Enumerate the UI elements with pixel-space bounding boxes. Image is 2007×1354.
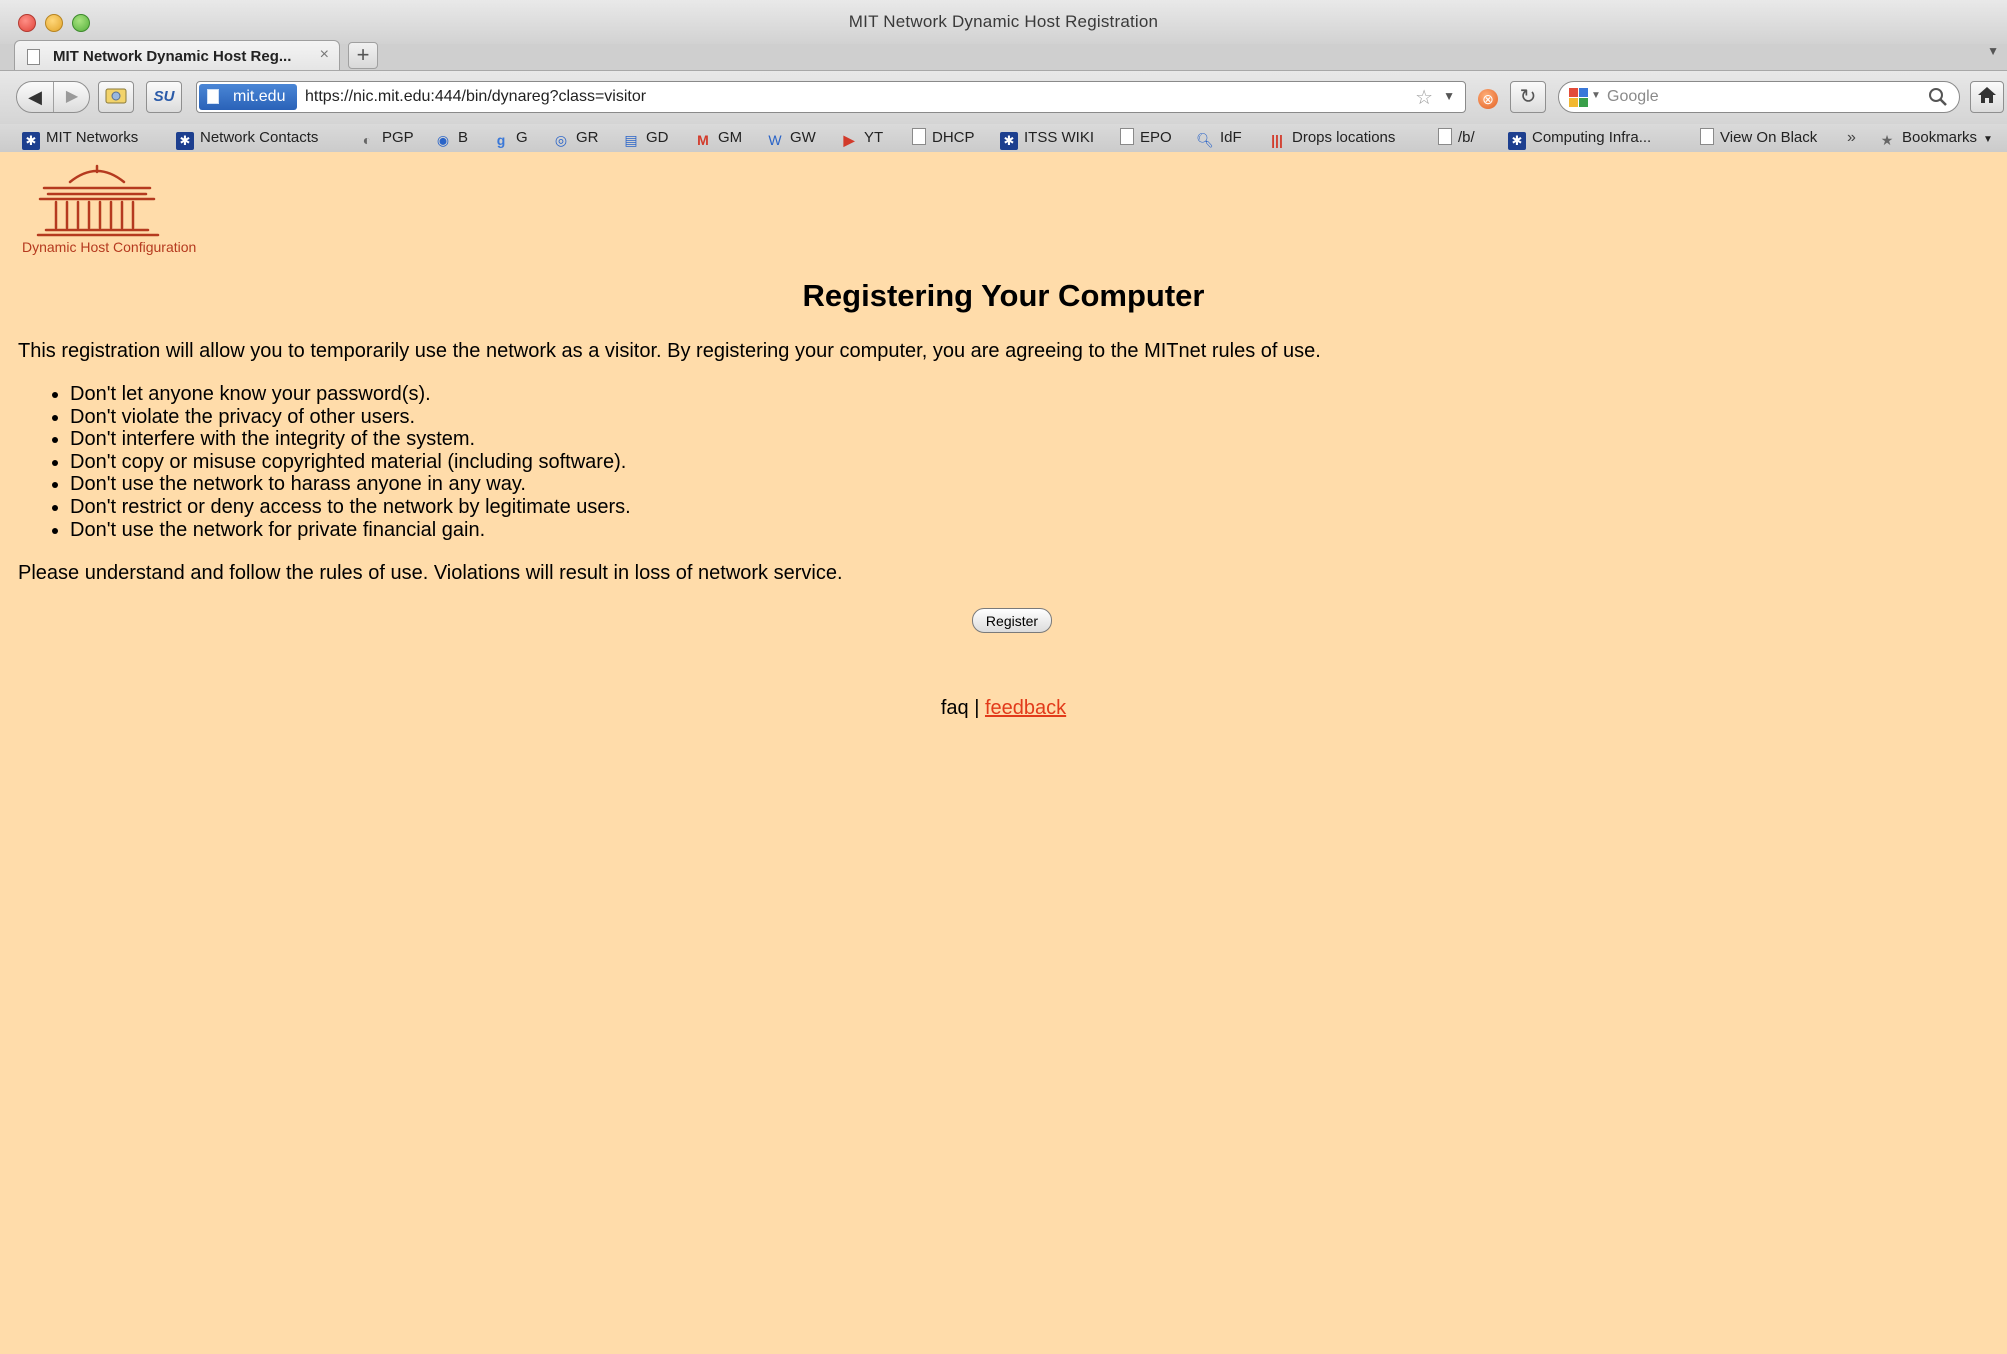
bookmark-pgp[interactable]: ◐ PGP <box>358 127 414 149</box>
stumbleupon-button[interactable]: SU <box>146 81 182 113</box>
list-item: Don't let anyone know your password(s). <box>70 383 631 406</box>
google-icon[interactable] <box>1567 86 1591 108</box>
google-icon: g <box>496 132 506 148</box>
intro-paragraph: This registration will allow you to temp… <box>18 340 1321 362</box>
wave-icon: W <box>768 132 782 148</box>
tab-list-chevron-icon[interactable]: ▼ <box>1987 44 1999 58</box>
mit-icon: ✱ <box>176 132 194 150</box>
site-identity-label: mit.edu <box>233 88 286 105</box>
new-tab-button[interactable]: + <box>348 42 378 69</box>
browser-chrome: MIT Network Dynamic Host Registration MI… <box>0 0 2007 153</box>
youtube-icon: ▶ <box>843 132 855 148</box>
bookmarks-overflow-chevron-icon[interactable]: » <box>1847 127 1856 149</box>
url-input[interactable]: https://nic.mit.edu:444/bin/dynareg?clas… <box>305 88 646 106</box>
home-icon[interactable] <box>1970 81 2004 113</box>
bookmark-itss-wiki[interactable]: ✱ ITSS WIKI <box>1000 127 1094 150</box>
chevron-down-icon[interactable]: ▼ <box>1591 90 1601 101</box>
list-item: Don't use the network for private financ… <box>70 519 631 542</box>
mit-icon: ✱ <box>22 132 40 150</box>
tab-close-icon[interactable]: × <box>320 46 329 64</box>
back-forward-group: ◀ ▶ <box>16 81 90 113</box>
bookmark-b-slash[interactable]: /b/ <box>1438 127 1475 149</box>
bookmark-computing-infra[interactable]: ✱ Computing Infra... <box>1508 127 1651 150</box>
bookmarks-toolbar: ✱ MIT Networks ✱ Network Contacts ◐ PGP ◉ B … <box>0 124 2007 153</box>
tab-strip: MIT Network Dynamic Host Reg... × + ▼ <box>0 38 2007 72</box>
list-item: Don't interfere with the integrity of th… <box>70 428 631 451</box>
bookmarks-menu-button[interactable]: ★ Bookmarks ▼ <box>1878 127 1993 149</box>
bookmark-gm[interactable]: M GM <box>694 127 742 149</box>
mit-icon: ✱ <box>1000 132 1018 150</box>
footer-links: faq | feedback <box>0 697 2007 720</box>
page-icon <box>1700 128 1714 145</box>
bookmark-drops-locations[interactable]: ||| Drops locations <box>1268 127 1395 149</box>
tab-active[interactable]: MIT Network Dynamic Host Reg... × <box>14 40 340 72</box>
url-bar[interactable]: mit.edu https://nic.mit.edu:444/bin/dyna… <box>196 81 1466 113</box>
page-icon <box>27 49 40 65</box>
list-item: Don't violate the privacy of other users… <box>70 406 631 429</box>
register-button[interactable]: Register <box>972 608 1052 633</box>
logo-caption: Dynamic Host Configuration <box>22 239 197 255</box>
bookmark-idf[interactable]: 🔍︎ IdF <box>1196 127 1242 149</box>
search-bar: ▼ <box>1558 81 1960 113</box>
stop-icon[interactable]: ⊗ <box>1478 89 1498 109</box>
docs-icon: ▤ <box>624 132 638 148</box>
search-icon[interactable] <box>1927 86 1949 108</box>
bookmark-b[interactable]: ◉ B <box>434 127 468 149</box>
forward-button[interactable]: ▶ <box>54 82 90 112</box>
warning-paragraph: Please understand and follow the rules o… <box>18 562 843 584</box>
bookmark-view-on-black[interactable]: View On Black <box>1700 127 1817 149</box>
bookmark-epo[interactable]: EPO <box>1120 127 1172 149</box>
chevron-down-icon: ▼ <box>1983 134 1993 145</box>
bookmark-yt[interactable]: ▶ YT <box>840 127 884 149</box>
bookmark-dhcp[interactable]: DHCP <box>912 127 975 149</box>
bars-icon: ||| <box>1271 132 1283 148</box>
footer-separator: | <box>974 697 980 719</box>
list-item: Don't restrict or deny access to the net… <box>70 496 631 519</box>
bookmark-gd[interactable]: ▤ GD <box>622 127 668 149</box>
mit-logo: Dynamic Host Configuration <box>22 162 197 262</box>
bookmark-gw[interactable]: W GW <box>766 127 815 149</box>
reader-icon: ◎ <box>554 132 568 148</box>
tab-title: MIT Network Dynamic Host Reg... <box>53 48 292 65</box>
bookmark-g[interactable]: gG <box>492 127 528 149</box>
dome-icon <box>36 164 160 237</box>
bookmarks-icon: ★ <box>1880 132 1894 148</box>
camera-icon[interactable] <box>98 81 134 113</box>
page-title: Registering Your Computer <box>802 278 1205 313</box>
list-item: Don't copy or misuse copyrighted materia… <box>70 451 631 474</box>
navigation-toolbar: ◀ ▶ SU mit.edu https://nic.mit.edu:444/b… <box>0 70 2007 125</box>
back-button[interactable]: ◀ <box>17 82 54 112</box>
chevron-down-icon[interactable]: ▼ <box>1443 89 1455 103</box>
bookmark-mit-networks[interactable]: ✱ MIT Networks <box>22 127 138 150</box>
search-doc-icon: 🔍︎ <box>1196 132 1214 148</box>
bookmark-gr[interactable]: ◎ GR <box>552 127 599 149</box>
feedback-link[interactable]: feedback <box>985 697 1066 719</box>
pgp-icon: ◐ <box>362 132 372 148</box>
eye-icon: ◉ <box>436 132 450 148</box>
reload-button[interactable]: ↻ <box>1510 81 1546 113</box>
window-title: MIT Network Dynamic Host Registration <box>848 12 1159 31</box>
page-icon <box>1120 128 1134 145</box>
bookmark-network-contacts[interactable]: ✱ Network Contacts <box>176 127 318 150</box>
mit-icon: ✱ <box>1508 132 1526 150</box>
list-item: Don't use the network to harass anyone i… <box>70 473 631 496</box>
star-icon[interactable]: ☆ <box>1415 85 1433 110</box>
search-input[interactable] <box>1607 86 1907 108</box>
page-icon <box>207 89 219 104</box>
faq-text: faq <box>940 697 969 719</box>
page-content: Dynamic Host Configuration Registering Y… <box>0 152 2007 1354</box>
gmail-icon: M <box>697 132 709 148</box>
page-icon <box>1438 128 1452 145</box>
site-identity-button[interactable]: mit.edu <box>199 84 297 110</box>
rules-list: Don't let anyone know your password(s). … <box>48 383 631 541</box>
page-icon <box>912 128 926 145</box>
